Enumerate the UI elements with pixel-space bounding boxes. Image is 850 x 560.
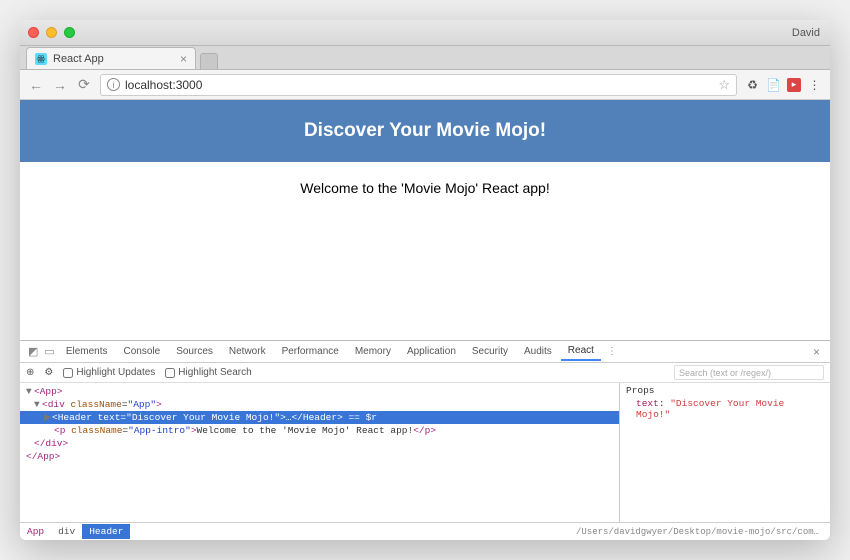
extension-icons: ♻︎ 📄 ▸ ⋮ <box>745 77 822 92</box>
devtools-more-icon[interactable]: ⋮ <box>603 346 621 357</box>
react-devtools-toolbar: ⊕ ⚙ Highlight Updates Highlight Search S… <box>20 363 830 383</box>
profile-user-label[interactable]: David <box>792 27 820 39</box>
device-toggle-icon[interactable]: ▭ <box>42 345 56 358</box>
window-title-bar: David <box>20 20 830 46</box>
page-body <box>20 214 830 340</box>
page-viewport: Discover Your Movie Mojo! Welcome to the… <box>20 100 830 540</box>
reload-button[interactable]: ⟳ <box>76 76 92 93</box>
crumb-div[interactable]: div <box>51 524 82 539</box>
site-info-icon[interactable]: i <box>107 78 120 91</box>
settings-gear-icon[interactable]: ⚙ <box>44 367 53 378</box>
crumb-header[interactable]: Header <box>82 524 130 539</box>
minimize-window-button[interactable] <box>46 27 57 38</box>
forward-button[interactable]: → <box>52 77 68 93</box>
browser-tab-active[interactable]: React App × <box>26 47 196 69</box>
devtools-tab-bar: ◩ ▭ Elements Console Sources Network Per… <box>20 341 830 363</box>
inspect-element-icon[interactable]: ◩ <box>26 345 40 358</box>
close-window-button[interactable] <box>28 27 39 38</box>
bookmark-star-icon[interactable]: ☆ <box>718 77 730 93</box>
source-file-path[interactable]: /Users/davidgwyer/Desktop/movie-mojo/src… <box>570 527 830 537</box>
app-header: Discover Your Movie Mojo! <box>20 100 830 162</box>
component-tree[interactable]: ▼<App> ▼<div className="App"> ▶<Header t… <box>20 383 620 522</box>
traffic-lights <box>28 27 75 38</box>
url-text: localhost:3000 <box>125 78 202 92</box>
devtools-tab-application[interactable]: Application <box>400 343 463 360</box>
devtools-tab-sources[interactable]: Sources <box>169 343 220 360</box>
devtools-tab-memory[interactable]: Memory <box>348 343 398 360</box>
tree-node-header-selected[interactable]: ▶<Header text="Discover Your Movie Mojo!… <box>20 411 619 424</box>
tree-node-app[interactable]: <App> <box>34 386 63 397</box>
react-devtools-body: ▼<App> ▼<div className="App"> ▶<Header t… <box>20 383 830 522</box>
scroll-target-icon[interactable]: ⊕ <box>26 367 34 378</box>
devtools-tab-audits[interactable]: Audits <box>517 343 559 360</box>
crumb-app[interactable]: App <box>20 524 51 539</box>
react-favicon-icon <box>35 53 47 65</box>
react-search-input[interactable]: Search (text or /regex/) <box>674 365 824 380</box>
highlight-search-label: Highlight Search <box>178 367 251 378</box>
tab-title: React App <box>53 53 104 65</box>
app-hero-title: Discover Your Movie Mojo! <box>304 120 546 142</box>
browser-menu-icon[interactable]: ⋮ <box>807 77 822 92</box>
props-panel: Props text: "Discover Your Movie Mojo!" <box>620 383 830 522</box>
props-panel-header: Props <box>626 385 824 396</box>
extension-icon-3[interactable]: ▸ <box>787 78 801 92</box>
devtools-tab-security[interactable]: Security <box>465 343 515 360</box>
maximize-window-button[interactable] <box>64 27 75 38</box>
close-tab-icon[interactable]: × <box>180 52 187 66</box>
devtools-tab-react[interactable]: React <box>561 342 601 361</box>
new-tab-button[interactable] <box>200 53 218 69</box>
url-input[interactable]: i localhost:3000 ☆ <box>100 74 737 96</box>
extension-icon-2[interactable]: 📄 <box>766 77 781 92</box>
devtools-tab-network[interactable]: Network <box>222 343 273 360</box>
devtools-tab-console[interactable]: Console <box>117 343 168 360</box>
component-breadcrumbs: App div Header /Users/davidgwyer/Desktop… <box>20 522 830 540</box>
devtools-panel: ◩ ▭ Elements Console Sources Network Per… <box>20 340 830 540</box>
devtools-tab-performance[interactable]: Performance <box>275 343 346 360</box>
devtools-tab-elements[interactable]: Elements <box>59 343 115 360</box>
highlight-updates-checkbox[interactable]: Highlight Updates <box>63 367 155 378</box>
devtools-close-icon[interactable]: × <box>809 345 824 359</box>
browser-window: David React App × ← → ⟳ i localhost:3000… <box>20 20 830 540</box>
prop-row-text[interactable]: text: "Discover Your Movie Mojo!" <box>626 398 824 420</box>
extension-icon-1[interactable]: ♻︎ <box>745 77 760 92</box>
address-bar: ← → ⟳ i localhost:3000 ☆ ♻︎ 📄 ▸ ⋮ <box>20 70 830 100</box>
highlight-search-checkbox[interactable]: Highlight Search <box>165 367 251 378</box>
highlight-updates-label: Highlight Updates <box>76 367 155 378</box>
back-button[interactable]: ← <box>28 77 44 93</box>
browser-tab-bar: React App × <box>20 46 830 70</box>
app-intro-text: Welcome to the 'Movie Mojo' React app! <box>20 162 830 214</box>
